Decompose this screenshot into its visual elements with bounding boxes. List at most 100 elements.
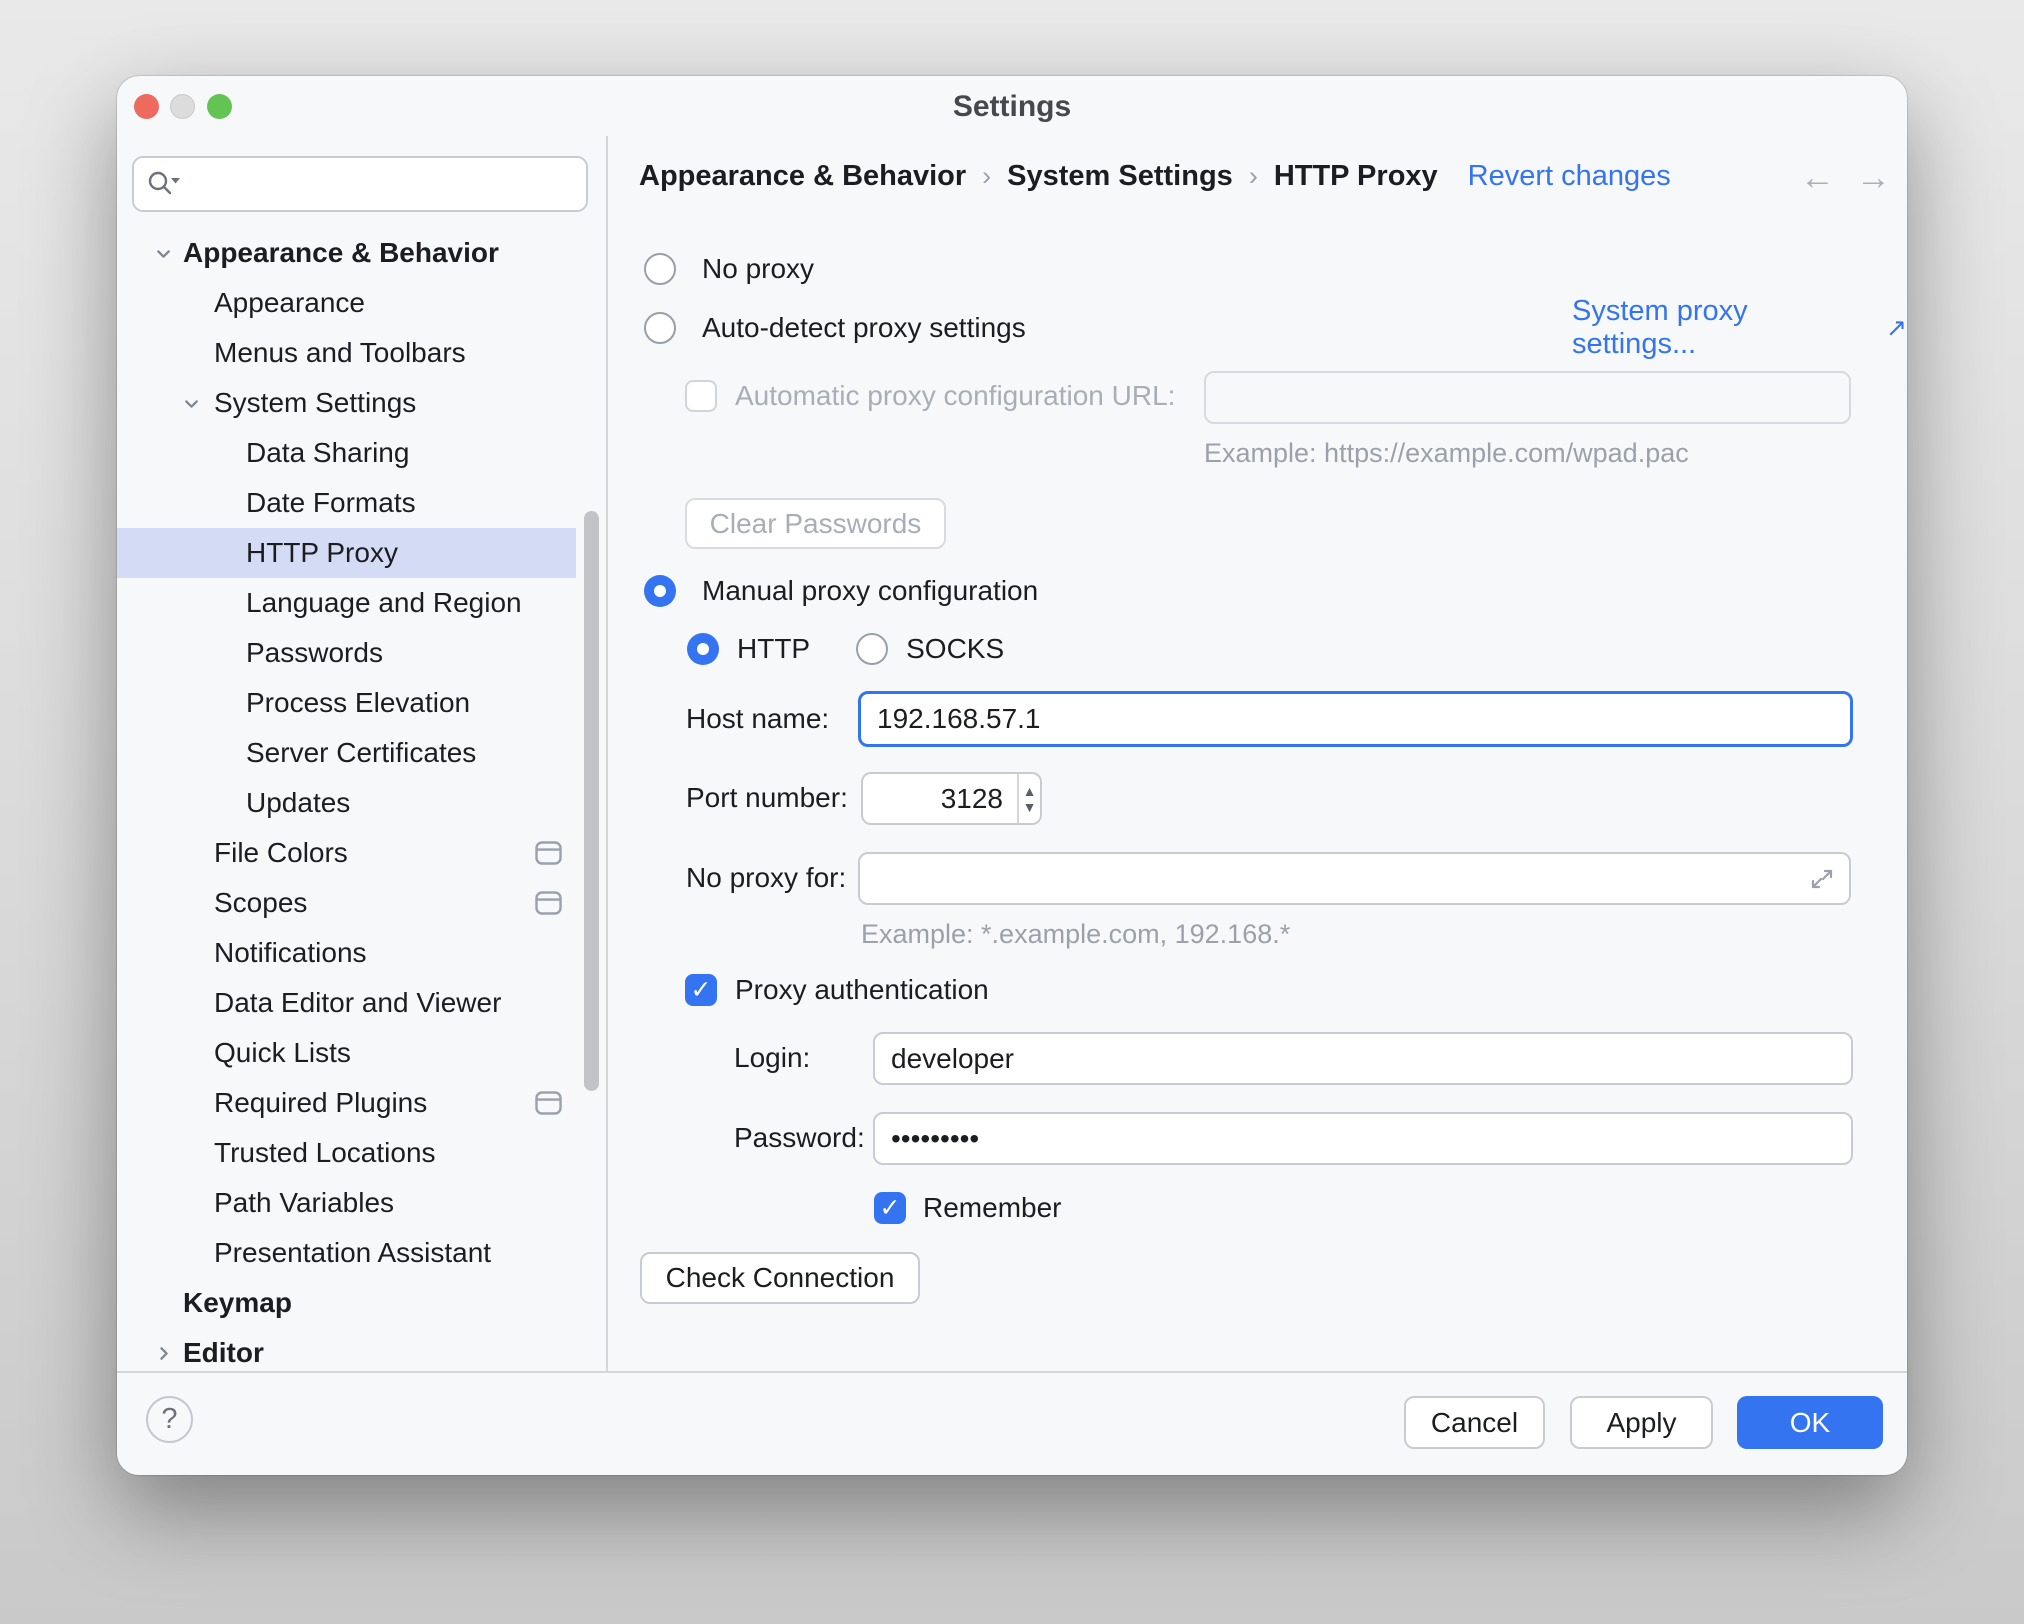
no-proxy-label: No proxy (702, 253, 814, 285)
sidebar-item-data-editor-and-viewer[interactable]: Data Editor and Viewer (117, 978, 576, 1028)
sidebar-item-label: Notifications (214, 937, 367, 969)
card-icon (535, 1091, 562, 1115)
stepper-up-icon[interactable]: ▲ (1023, 784, 1037, 798)
proxy-auth-checkbox[interactable] (685, 974, 717, 1006)
chevron-down-icon[interactable] (151, 241, 176, 266)
chevron-down-icon[interactable] (179, 391, 204, 416)
history-back-icon[interactable]: ← (1800, 160, 1835, 195)
settings-search-field[interactable] (132, 156, 588, 212)
sidebar-item-label: Keymap (183, 1287, 292, 1319)
search-input[interactable] (192, 168, 574, 201)
no-proxy-for-input[interactable] (860, 863, 1807, 895)
breadcrumb-item[interactable]: System Settings (1007, 160, 1233, 193)
check-connection-button[interactable]: Check Connection (640, 1252, 920, 1304)
breadcrumb-separator: › (1249, 161, 1258, 192)
auto-url-label: Automatic proxy configuration URL: (735, 380, 1175, 412)
password-field (873, 1112, 1853, 1165)
sidebar-item-label: Appearance (214, 287, 365, 319)
window-title: Settings (117, 90, 1907, 124)
protocol-options: HTTP SOCKS (687, 633, 1004, 665)
breadcrumb-item[interactable]: HTTP Proxy (1274, 160, 1438, 193)
chevron-right-icon[interactable] (151, 1341, 176, 1366)
sidebar-item-appearance-behavior[interactable]: Appearance & Behavior (117, 228, 576, 278)
remember-option: Remember (874, 1192, 1061, 1224)
sidebar-item-presentation-assistant[interactable]: Presentation Assistant (117, 1228, 576, 1278)
sidebar-item-language-and-region[interactable]: Language and Region (117, 578, 576, 628)
clear-passwords-label: Clear Passwords (710, 508, 922, 540)
check-connection-label: Check Connection (666, 1262, 895, 1294)
sidebar-item-label: HTTP Proxy (246, 537, 398, 569)
sidebar-item-keymap[interactable]: Keymap (117, 1278, 576, 1328)
http-label: HTTP (737, 633, 810, 665)
sidebar-item-label: Data Editor and Viewer (214, 987, 501, 1019)
sidebar-item-label: Required Plugins (214, 1087, 427, 1119)
sidebar-item-updates[interactable]: Updates (117, 778, 576, 828)
host-name-label: Host name: (686, 703, 829, 735)
history-forward-icon[interactable]: → (1856, 160, 1891, 195)
auto-detect-option: Auto-detect proxy settings (644, 312, 1026, 344)
sidebar-item-trusted-locations[interactable]: Trusted Locations (117, 1128, 576, 1178)
sidebar-scrollbar[interactable] (584, 511, 599, 1091)
breadcrumb-separator: › (982, 161, 991, 192)
sidebar-item-process-elevation[interactable]: Process Elevation (117, 678, 576, 728)
sidebar-item-server-certificates[interactable]: Server Certificates (117, 728, 576, 778)
remember-checkbox[interactable] (874, 1192, 906, 1224)
auto-detect-radio[interactable] (644, 312, 676, 344)
auto-url-example: Example: https://example.com/wpad.pac (1204, 438, 1689, 469)
sidebar-item-label: Presentation Assistant (214, 1237, 491, 1269)
password-input[interactable] (875, 1123, 1851, 1155)
sidebar-item-date-formats[interactable]: Date Formats (117, 478, 576, 528)
sidebar-item-required-plugins[interactable]: Required Plugins (117, 1078, 576, 1128)
no-proxy-for-example: Example: *.example.com, 192.168.* (861, 919, 1290, 950)
host-name-field (858, 691, 1853, 747)
auto-url-input[interactable] (1206, 382, 1849, 414)
sidebar-item-scopes[interactable]: Scopes (117, 878, 576, 928)
sidebar-item-label: Process Elevation (246, 687, 470, 719)
proxy-auth-label: Proxy authentication (735, 974, 989, 1006)
expand-field-icon[interactable] (1807, 864, 1837, 894)
sidebar-item-system-settings[interactable]: System Settings (117, 378, 576, 428)
remember-label: Remember (923, 1192, 1061, 1224)
apply-button[interactable]: Apply (1570, 1396, 1713, 1449)
login-input[interactable] (875, 1043, 1851, 1075)
auto-url-checkbox[interactable] (685, 380, 717, 412)
external-link-icon: ↗ (1886, 313, 1907, 343)
apply-label: Apply (1606, 1407, 1676, 1439)
titlebar: Settings (117, 76, 1907, 138)
port-stepper[interactable]: ▲ ▼ (1017, 774, 1040, 823)
password-label: Password: (734, 1122, 865, 1154)
no-proxy-radio[interactable] (644, 253, 676, 285)
sidebar-item-label: Server Certificates (246, 737, 476, 769)
sidebar-item-path-variables[interactable]: Path Variables (117, 1178, 576, 1228)
sidebar-item-appearance[interactable]: Appearance (117, 278, 576, 328)
sidebar-item-file-colors[interactable]: File Colors (117, 828, 576, 878)
sidebar-item-quick-lists[interactable]: Quick Lists (117, 1028, 576, 1078)
socks-radio[interactable] (856, 633, 888, 665)
sidebar-divider (606, 136, 608, 1373)
system-proxy-settings-label: System proxy settings... (1572, 295, 1878, 361)
ok-button[interactable]: OK (1737, 1396, 1883, 1449)
clear-passwords-button[interactable]: Clear Passwords (685, 498, 946, 549)
sidebar-item-data-sharing[interactable]: Data Sharing (117, 428, 576, 478)
sidebar-item-label: Path Variables (214, 1187, 394, 1219)
manual-proxy-radio[interactable] (644, 575, 676, 607)
sidebar-item-label: Appearance & Behavior (183, 237, 499, 269)
sidebar-item-label: Quick Lists (214, 1037, 351, 1069)
auto-detect-label: Auto-detect proxy settings (702, 312, 1026, 344)
http-radio[interactable] (687, 633, 719, 665)
sidebar-item-label: Updates (246, 787, 350, 819)
cancel-button[interactable]: Cancel (1404, 1396, 1545, 1449)
sidebar-item-notifications[interactable]: Notifications (117, 928, 576, 978)
host-name-input[interactable] (861, 703, 1850, 735)
sidebar-item-http-proxy[interactable]: HTTP Proxy (117, 528, 576, 578)
sidebar-item-menus-and-toolbars[interactable]: Menus and Toolbars (117, 328, 576, 378)
system-proxy-settings-link[interactable]: System proxy settings... ↗ (1572, 312, 1907, 344)
sidebar-tree: Appearance & Behavior Appearance Menus and… (117, 228, 576, 1378)
breadcrumb-item[interactable]: Appearance & Behavior (639, 160, 966, 193)
port-number-input[interactable] (863, 774, 1017, 823)
revert-changes-link[interactable]: Revert changes (1468, 160, 1671, 193)
help-icon[interactable]: ? (146, 1396, 193, 1443)
login-label: Login: (734, 1042, 810, 1074)
sidebar-item-passwords[interactable]: Passwords (117, 628, 576, 678)
stepper-down-icon[interactable]: ▼ (1023, 800, 1037, 814)
